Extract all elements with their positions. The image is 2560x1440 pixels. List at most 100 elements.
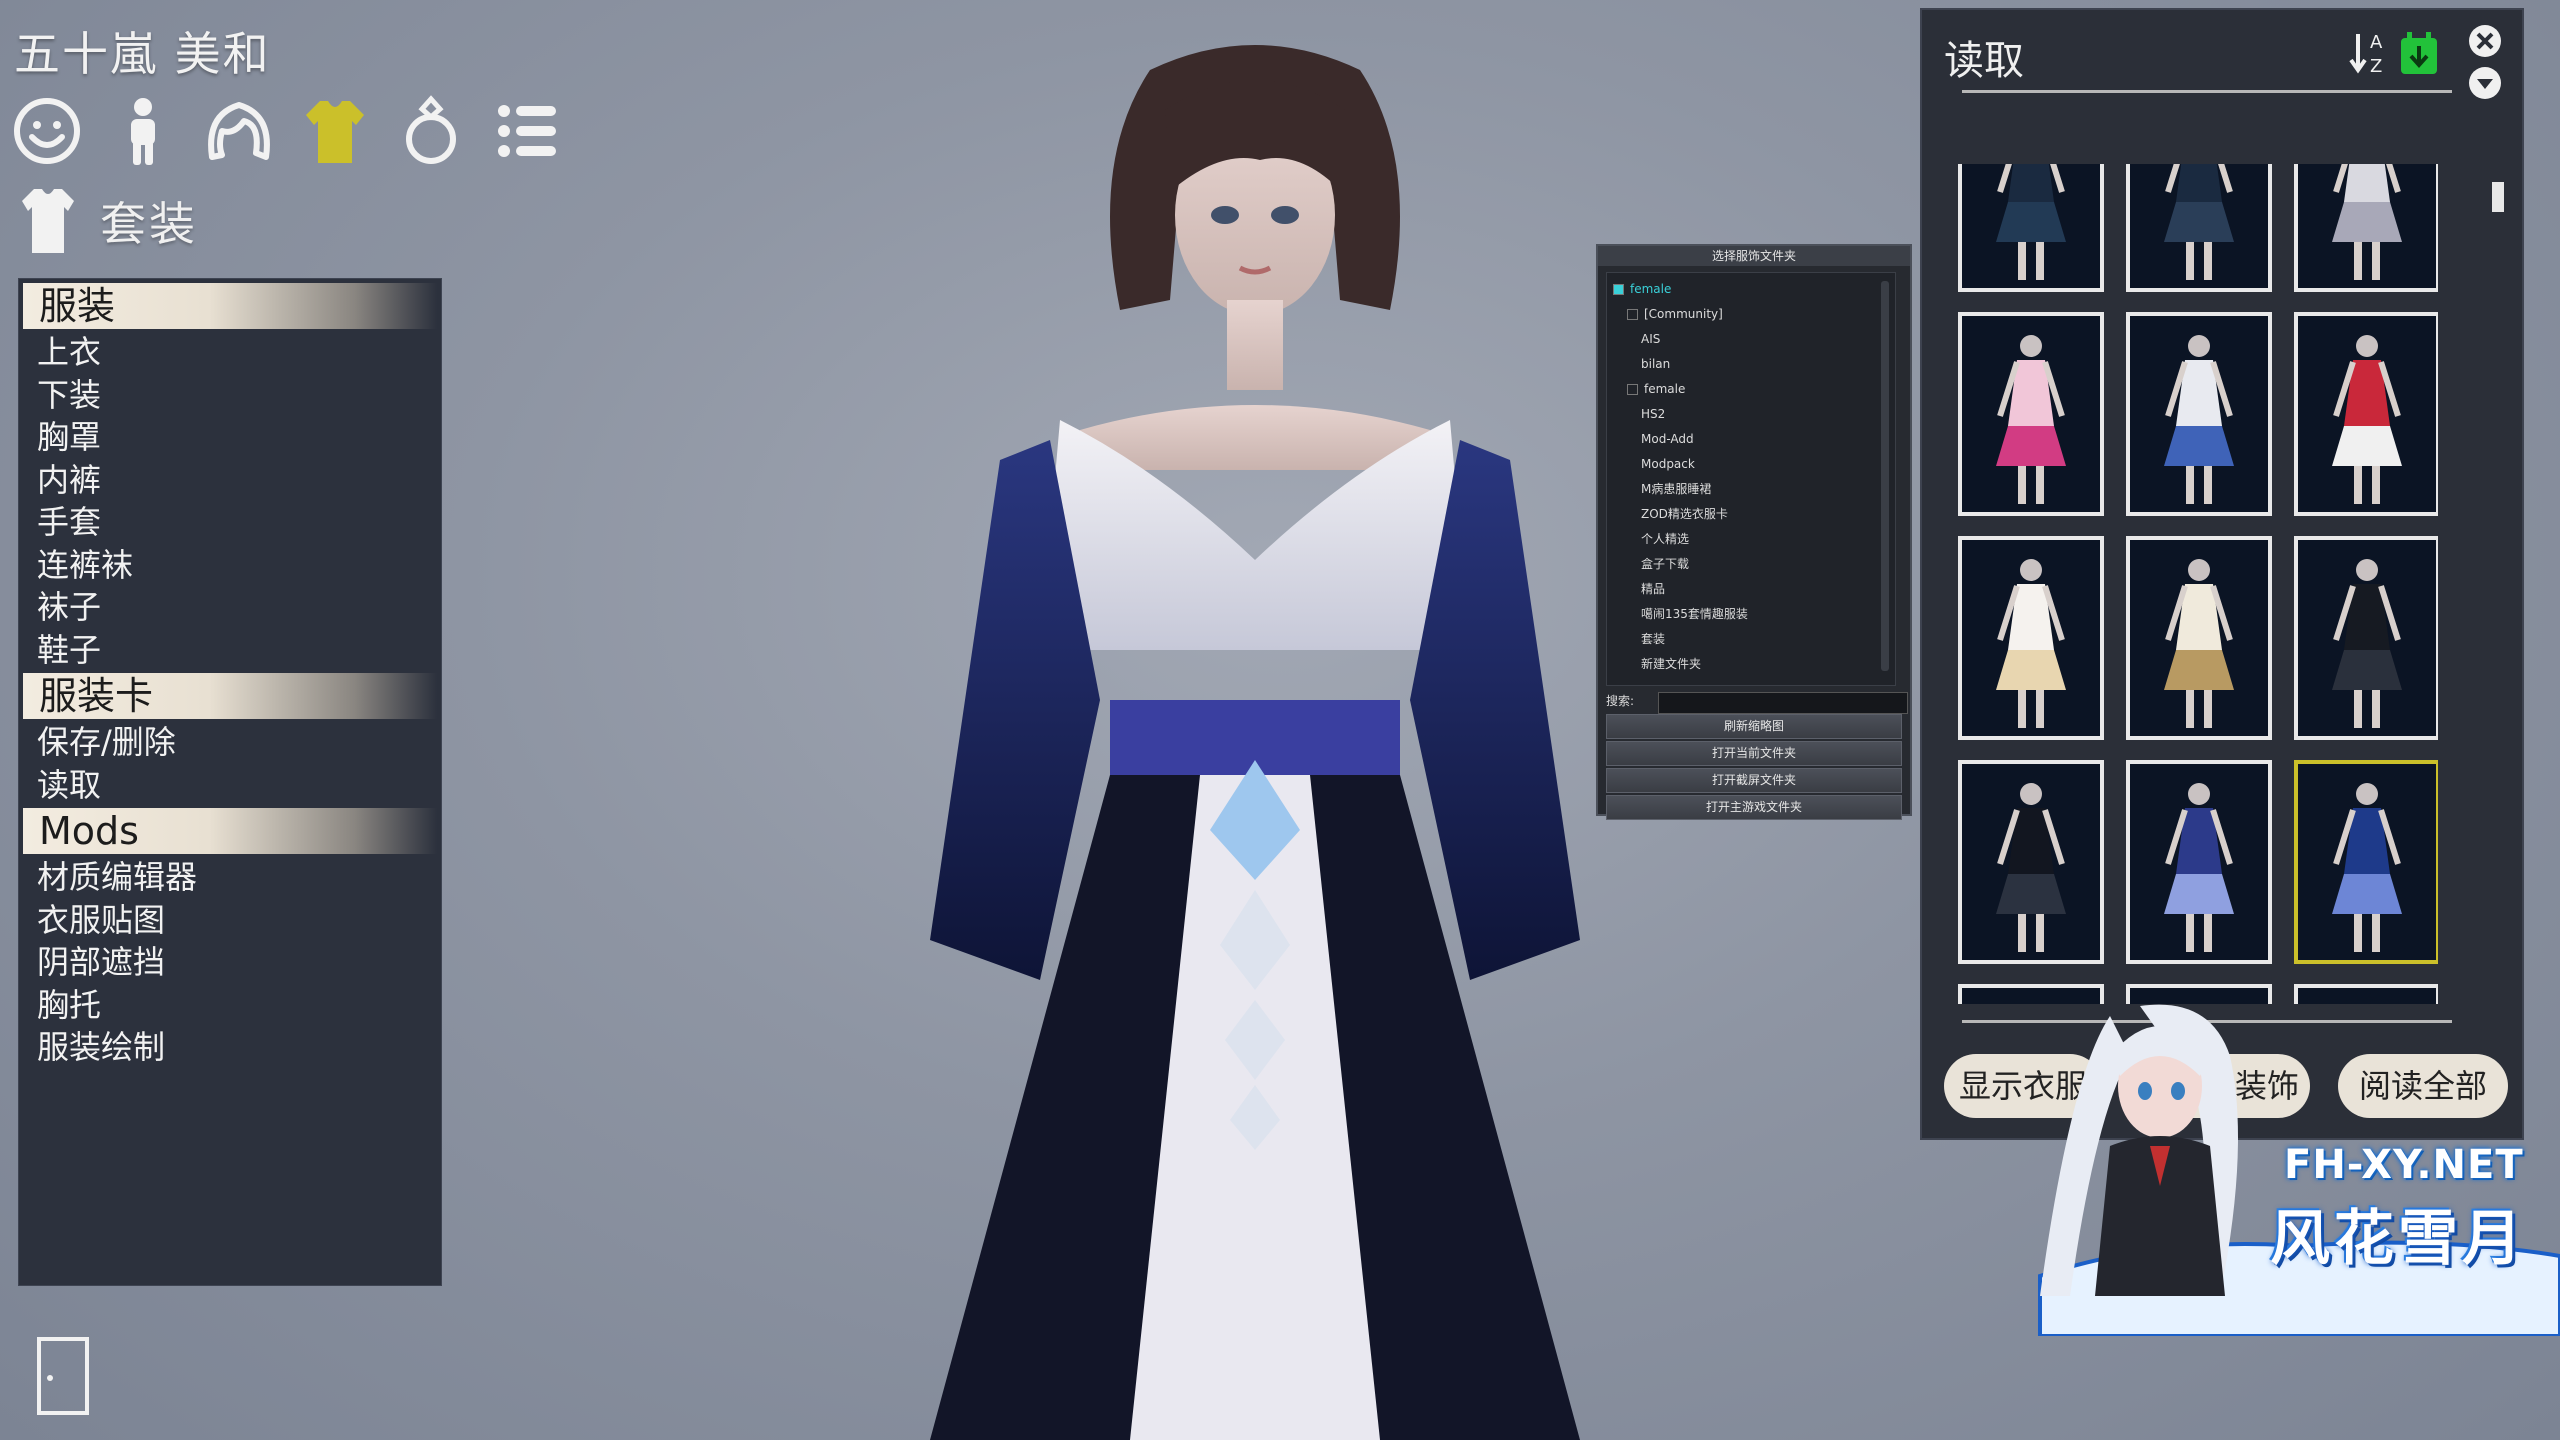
outfit-card[interactable] [1958, 164, 2104, 292]
folder-tree-label: Modpack [1641, 457, 1695, 471]
accessory-icon[interactable] [396, 95, 466, 167]
watermark-site: FH-XY.NET [2284, 1142, 2524, 1188]
body-icon[interactable] [108, 95, 178, 167]
left-menu: 服装 上衣 下装 胸罩 内裤 手套 连裤袜 袜子 鞋子 服装卡 保存/删除 读取… [18, 278, 442, 1286]
folder-tree-item[interactable]: 套装 [1607, 627, 1895, 652]
folder-tree-label: HS2 [1641, 407, 1666, 421]
folder-tree-label: female [1644, 382, 1686, 396]
outfit-thumbnail [2298, 316, 2436, 512]
folder-tree-item[interactable]: 噶闹135套情趣服装 [1607, 602, 1895, 627]
expand-toggle-icon[interactable] [1627, 309, 1638, 320]
outfit-grid-scrollbar[interactable] [2492, 182, 2504, 212]
folder-tree-label: 精品 [1641, 582, 1666, 596]
folder-tree-item[interactable]: 精品 [1607, 577, 1895, 602]
folder-tree-item[interactable]: 盒子下载 [1607, 552, 1895, 577]
menu-item-underwear[interactable]: 内裤 [19, 459, 441, 502]
menu-item-bra[interactable]: 胸罩 [19, 416, 441, 459]
outfit-card[interactable] [2126, 164, 2272, 292]
folder-tree-label: 噶闹135套情趣服装 [1641, 607, 1748, 621]
sort-az-icon[interactable]: A Z [2348, 28, 2392, 78]
outfit-card[interactable] [1958, 536, 2104, 740]
menu-item-save-delete[interactable]: 保存/删除 [19, 721, 441, 764]
expand-toggle-icon[interactable] [1613, 284, 1624, 295]
outfit-card[interactable] [2126, 760, 2272, 964]
folder-tree-label: 套装 [1641, 632, 1666, 646]
outfit-card[interactable] [2294, 760, 2438, 964]
category-toolbar [12, 95, 562, 167]
menu-item-pantyhose[interactable]: 连裤袜 [19, 544, 441, 587]
refresh-thumbnails-button[interactable]: 刷新缩略图 [1606, 714, 1902, 739]
folder-tree-item[interactable]: bilan [1607, 352, 1895, 377]
outfit-card-grid [1958, 164, 2438, 1004]
menu-item-load[interactable]: 读取 [19, 764, 441, 807]
folder-tree-label: bilan [1641, 357, 1671, 371]
folder-tree-item[interactable]: Mod-Add [1607, 427, 1895, 452]
folder-tree-item[interactable]: female [1607, 277, 1895, 302]
menu-item-censor[interactable]: 阴部遮挡 [19, 941, 441, 984]
menu-item-clothing-texture[interactable]: 衣服贴图 [19, 899, 441, 942]
folder-tree-item[interactable]: Modpack [1607, 452, 1895, 477]
outfit-card[interactable] [1958, 760, 2104, 964]
outfit-thumbnail [1962, 764, 2100, 960]
folder-tree-item[interactable]: 新建文件夹 [1607, 652, 1895, 677]
expand-toggle-icon[interactable] [1627, 384, 1638, 395]
folder-tree-label: 盒子下载 [1641, 557, 1690, 571]
menu-item-top[interactable]: 上衣 [19, 331, 441, 374]
menu-item-socks[interactable]: 袜子 [19, 586, 441, 629]
outfit-card[interactable] [1958, 312, 2104, 516]
close-icon[interactable] [2468, 24, 2502, 58]
outfit-thumbnail [2130, 764, 2268, 960]
folder-search-input[interactable] [1658, 692, 1908, 714]
clothing-icon[interactable] [300, 95, 370, 167]
folder-tree: female [Community] AIS bilan female HS2 Mod-Ad… [1606, 272, 1896, 686]
section-title: 套装 [100, 197, 198, 251]
folder-tree-item[interactable]: AIS [1607, 327, 1895, 352]
open-screenshot-folder-button[interactable]: 打开截屏文件夹 [1606, 768, 1902, 793]
load-panel-title: 读取 [1944, 38, 2024, 84]
outfit-card[interactable] [2126, 312, 2272, 516]
hair-icon[interactable] [204, 95, 274, 167]
folder-tree-item[interactable]: 个人精选 [1607, 527, 1895, 552]
menu-item-shoes[interactable]: 鞋子 [19, 629, 441, 672]
menu-item-bottom[interactable]: 下装 [19, 374, 441, 417]
exit-door-icon[interactable] [36, 1336, 90, 1416]
outfit-thumbnail [1962, 164, 2100, 288]
outfit-card[interactable] [2294, 536, 2438, 740]
outfit-thumbnail [2130, 540, 2268, 736]
folder-tree-label: M病患服睡裙 [1641, 482, 1712, 496]
load-panel-divider [1962, 90, 2452, 93]
section-header: 套装 [18, 185, 198, 257]
outfit-card[interactable] [2126, 536, 2272, 740]
folder-tree-scrollbar[interactable] [1881, 281, 1889, 671]
menu-group-mods[interactable]: Mods [23, 808, 437, 854]
outfit-card[interactable] [2294, 312, 2438, 516]
folder-tree-item[interactable]: HS2 [1607, 402, 1895, 427]
list-icon[interactable] [492, 95, 562, 167]
folder-search: 搜索: [1606, 692, 1908, 714]
menu-item-gloves[interactable]: 手套 [19, 501, 441, 544]
folder-tree-item[interactable]: female [1607, 377, 1895, 402]
folder-tree-item[interactable]: ZOD精选衣服卡 [1607, 502, 1895, 527]
svg-text:Z: Z [2370, 56, 2382, 77]
import-icon[interactable] [2398, 30, 2440, 78]
menu-group-outfit-card[interactable]: 服装卡 [23, 673, 437, 719]
folder-tree-item[interactable]: [Community] [1607, 302, 1895, 327]
outfit-card[interactable] [2294, 164, 2438, 292]
menu-item-bust[interactable]: 胸托 [19, 984, 441, 1027]
face-icon[interactable] [12, 95, 82, 167]
chevron-down-icon[interactable] [2468, 66, 2502, 100]
outfit-thumbnail [1962, 540, 2100, 736]
open-current-folder-button[interactable]: 打开当前文件夹 [1606, 741, 1902, 766]
folder-buttons: 刷新缩略图 打开当前文件夹 打开截屏文件夹 打开主游戏文件夹 [1606, 712, 1902, 820]
menu-group-clothing[interactable]: 服装 [23, 283, 437, 329]
menu-item-outfit-paint[interactable]: 服装绘制 [19, 1026, 441, 1069]
outfit-thumbnail [1962, 316, 2100, 512]
folder-tree-label: Mod-Add [1641, 432, 1694, 446]
outfit-thumbnail [2298, 540, 2436, 736]
folder-chooser-panel: 选择服饰文件夹 female [Community] AIS bilan female H… [1596, 244, 1912, 820]
open-game-folder-button[interactable]: 打开主游戏文件夹 [1606, 795, 1902, 820]
menu-item-material-editor[interactable]: 材质编辑器 [19, 856, 441, 899]
folder-tree-label: [Community] [1644, 307, 1723, 321]
character-model[interactable] [780, 0, 1730, 1440]
folder-tree-item[interactable]: M病患服睡裙 [1607, 477, 1895, 502]
